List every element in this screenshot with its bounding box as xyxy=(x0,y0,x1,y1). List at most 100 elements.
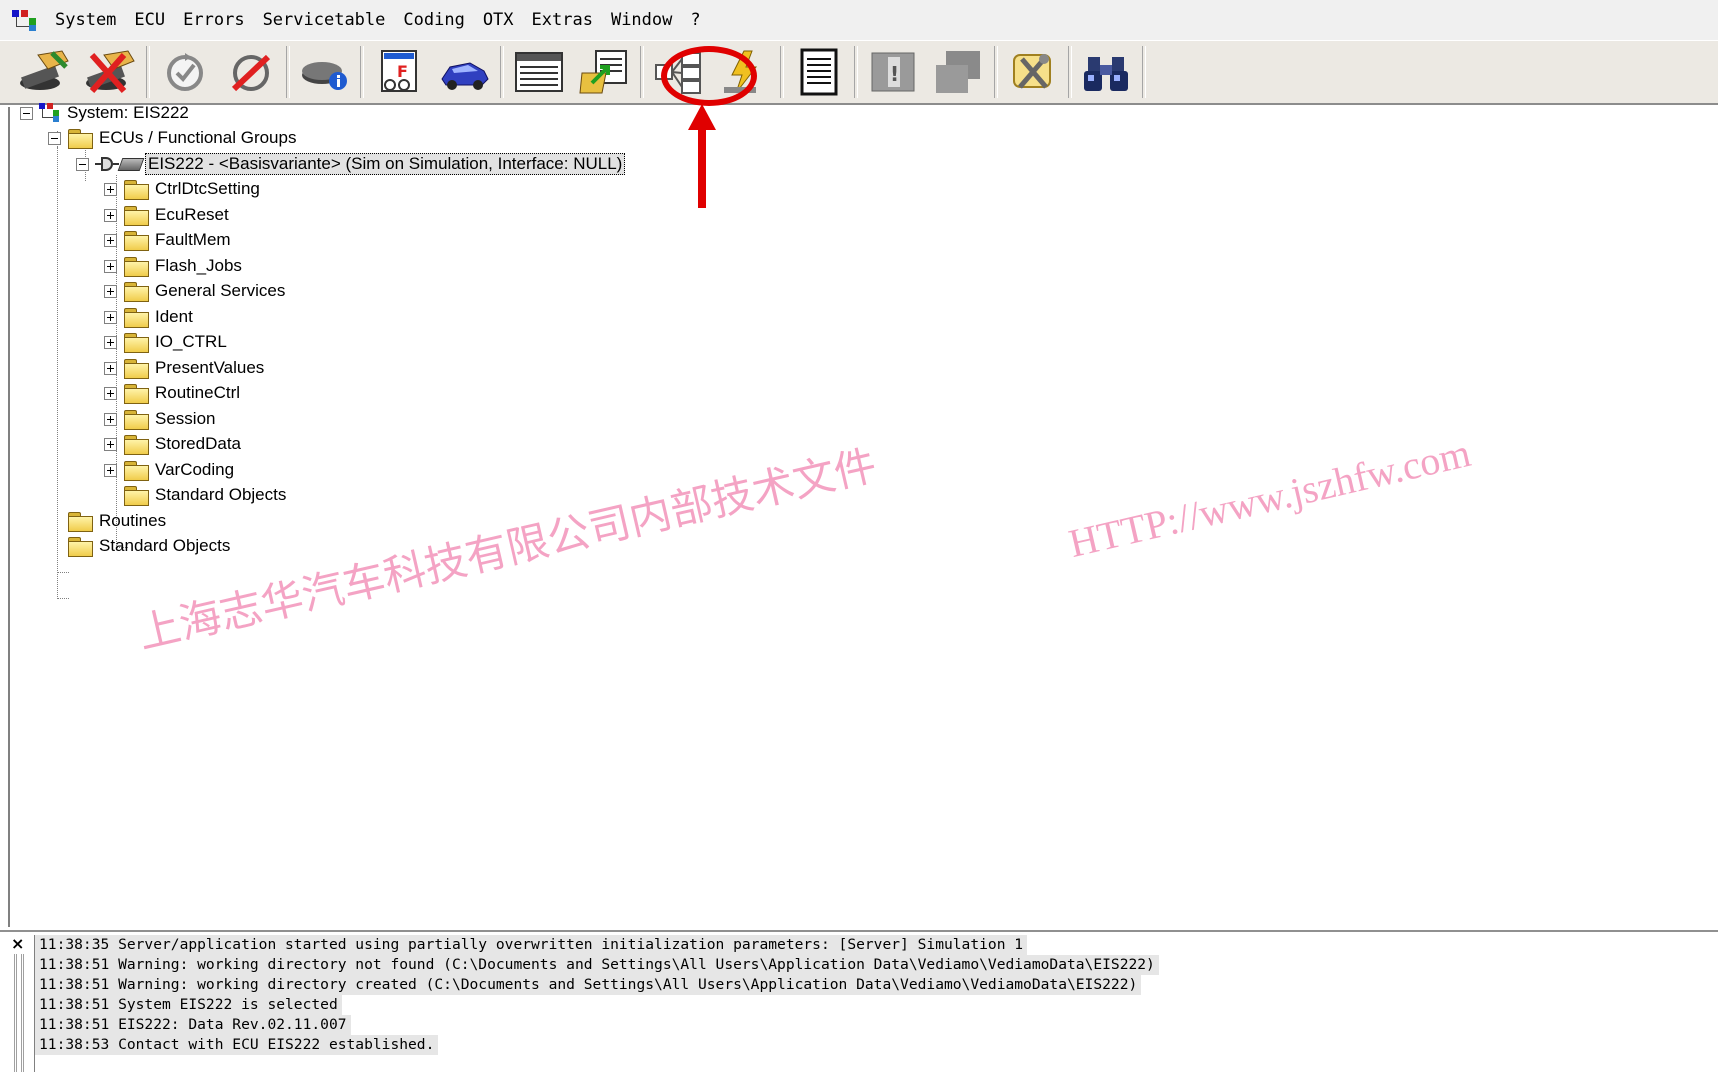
menu-bar: System ECU Errors Servicetable Coding OT… xyxy=(0,0,1718,41)
refresh-button[interactable] xyxy=(152,43,218,101)
expand-icon[interactable] xyxy=(104,310,117,324)
menu-coding[interactable]: Coding xyxy=(394,0,473,40)
menu-window[interactable]: Window xyxy=(602,0,681,40)
app-system-icon xyxy=(12,8,40,32)
tree-node-ctrldtcsetting[interactable]: CtrlDtcSetting xyxy=(104,175,260,203)
highlight-circle xyxy=(661,46,757,106)
export-icon xyxy=(579,50,627,94)
folder-icon xyxy=(67,536,93,557)
tools-button[interactable] xyxy=(1000,43,1066,101)
expand-icon[interactable] xyxy=(104,463,117,477)
log-line: 11:38:35 Server/application started usin… xyxy=(35,935,1028,955)
tree-node-label: General Services xyxy=(155,281,286,300)
disconnect-button[interactable] xyxy=(78,43,144,101)
log-line: 11:38:51 EIS222: Data Rev.02.11.007 xyxy=(35,1015,351,1035)
expand-icon[interactable] xyxy=(104,208,117,222)
vehicle-icon xyxy=(441,62,489,90)
tree-node-label: RoutineCtrl xyxy=(155,383,241,402)
collapse-icon[interactable] xyxy=(20,106,33,120)
expand-icon[interactable] xyxy=(104,284,117,298)
tree-node-io-ctrl[interactable]: IO_CTRL xyxy=(104,328,227,356)
tree-node-ecu-standard-objects[interactable]: Standard Objects xyxy=(123,481,286,509)
menu-servicetable[interactable]: Servicetable xyxy=(254,0,395,40)
ecu-info-button[interactable] xyxy=(292,43,358,101)
close-icon[interactable]: × xyxy=(11,934,24,953)
menu-help[interactable]: ? xyxy=(681,0,709,40)
tree-connector xyxy=(57,598,69,599)
tree-node-presentvalues[interactable]: PresentValues xyxy=(104,354,264,382)
toolbar-separator xyxy=(854,46,858,98)
binoculars-button[interactable] xyxy=(1074,43,1140,101)
table-view-button[interactable] xyxy=(506,43,572,101)
toolbar-separator xyxy=(1068,46,1072,98)
gray-panel-button[interactable] xyxy=(926,43,992,101)
collapse-icon[interactable] xyxy=(76,157,89,171)
tree-node-label: PresentValues xyxy=(155,358,265,377)
folder-icon xyxy=(123,205,149,226)
folder-icon xyxy=(123,409,149,430)
tree-node-session[interactable]: Session xyxy=(104,405,215,433)
tree-node-ecureset[interactable]: EcuReset xyxy=(104,201,229,229)
vehicle-button[interactable] xyxy=(432,43,498,101)
gray-panel-icon xyxy=(936,51,980,93)
export-button[interactable] xyxy=(572,43,638,101)
folder-icon xyxy=(67,128,93,149)
tree-node-storeddata[interactable]: StoredData xyxy=(104,430,241,458)
expand-icon[interactable] xyxy=(104,182,117,196)
log-line: 11:38:51 Warning: working directory not … xyxy=(35,955,1159,975)
log-line: 11:38:51 System EIS222 is selected xyxy=(35,995,342,1015)
system-icon xyxy=(39,103,63,123)
document-button[interactable] xyxy=(786,43,852,101)
tree-node-label: EcuReset xyxy=(155,205,229,224)
tree-node-ecus-group[interactable]: ECUs / Functional Groups xyxy=(48,124,296,152)
expand-icon[interactable] xyxy=(104,412,117,426)
tree-node-flash-jobs[interactable]: Flash_Jobs xyxy=(104,252,242,280)
expand-icon[interactable] xyxy=(104,259,117,273)
pane-grip-handle[interactable] xyxy=(14,954,24,1072)
log-pane: × 11:38:35 Server/application started us… xyxy=(0,930,1718,1072)
menu-otx[interactable]: OTX xyxy=(474,0,523,40)
tree-node-label: VarCoding xyxy=(155,460,235,479)
expand-icon[interactable] xyxy=(104,233,117,247)
folder-icon xyxy=(67,511,93,532)
menu-system[interactable]: System xyxy=(46,0,125,40)
tree-node-general-services[interactable]: General Services xyxy=(104,277,285,305)
toolbar-separator xyxy=(1142,46,1146,98)
connect-icon xyxy=(20,50,69,90)
flash-report-button[interactable]: F xyxy=(366,43,432,101)
tree-node-ident[interactable]: Ident xyxy=(104,303,193,331)
tree-node-routinectrl[interactable]: RoutineCtrl xyxy=(104,379,240,407)
tree-node-varcoding[interactable]: VarCoding xyxy=(104,456,234,484)
tree-node-label: Routines xyxy=(99,511,167,530)
exclamation-button[interactable]: ! xyxy=(860,43,926,101)
no-refresh-icon xyxy=(231,54,271,92)
tree-node-faultmem[interactable]: FaultMem xyxy=(104,226,231,254)
tree-node-system[interactable]: System: EIS222 xyxy=(20,99,189,127)
tree-node-ecu-eis222[interactable]: EIS222 - <Basisvariante> (Sim on Simulat… xyxy=(76,150,626,178)
document-icon xyxy=(800,48,838,96)
expand-icon[interactable] xyxy=(104,335,117,349)
expand-icon[interactable] xyxy=(104,386,117,400)
svg-text:!: ! xyxy=(890,62,899,86)
toolbar-separator xyxy=(500,46,504,98)
expand-icon[interactable] xyxy=(104,437,117,451)
tree-node-label: IO_CTRL xyxy=(155,332,227,351)
tree-node-routines[interactable]: Routines xyxy=(67,507,166,535)
expand-icon[interactable] xyxy=(104,361,117,375)
no-refresh-button[interactable] xyxy=(218,43,284,101)
flash-report-icon: F xyxy=(381,50,417,92)
collapse-icon[interactable] xyxy=(48,131,61,145)
table-view-icon xyxy=(515,52,563,92)
disconnect-icon xyxy=(86,50,135,93)
menu-errors[interactable]: Errors xyxy=(174,0,253,40)
toolbar-separator xyxy=(640,46,644,98)
tools-icon xyxy=(1013,54,1051,89)
menu-extras[interactable]: Extras xyxy=(523,0,602,40)
tree-node-label: ECUs / Functional Groups xyxy=(99,128,297,147)
menu-ecu[interactable]: ECU xyxy=(125,0,174,40)
tree-node-standard-objects[interactable]: Standard Objects xyxy=(67,532,230,560)
tree-node-label: Session xyxy=(155,409,216,428)
tree-node-label: StoredData xyxy=(155,434,241,453)
connect-button[interactable] xyxy=(12,43,78,101)
log-list: 11:38:35 Server/application started usin… xyxy=(34,935,1159,1072)
